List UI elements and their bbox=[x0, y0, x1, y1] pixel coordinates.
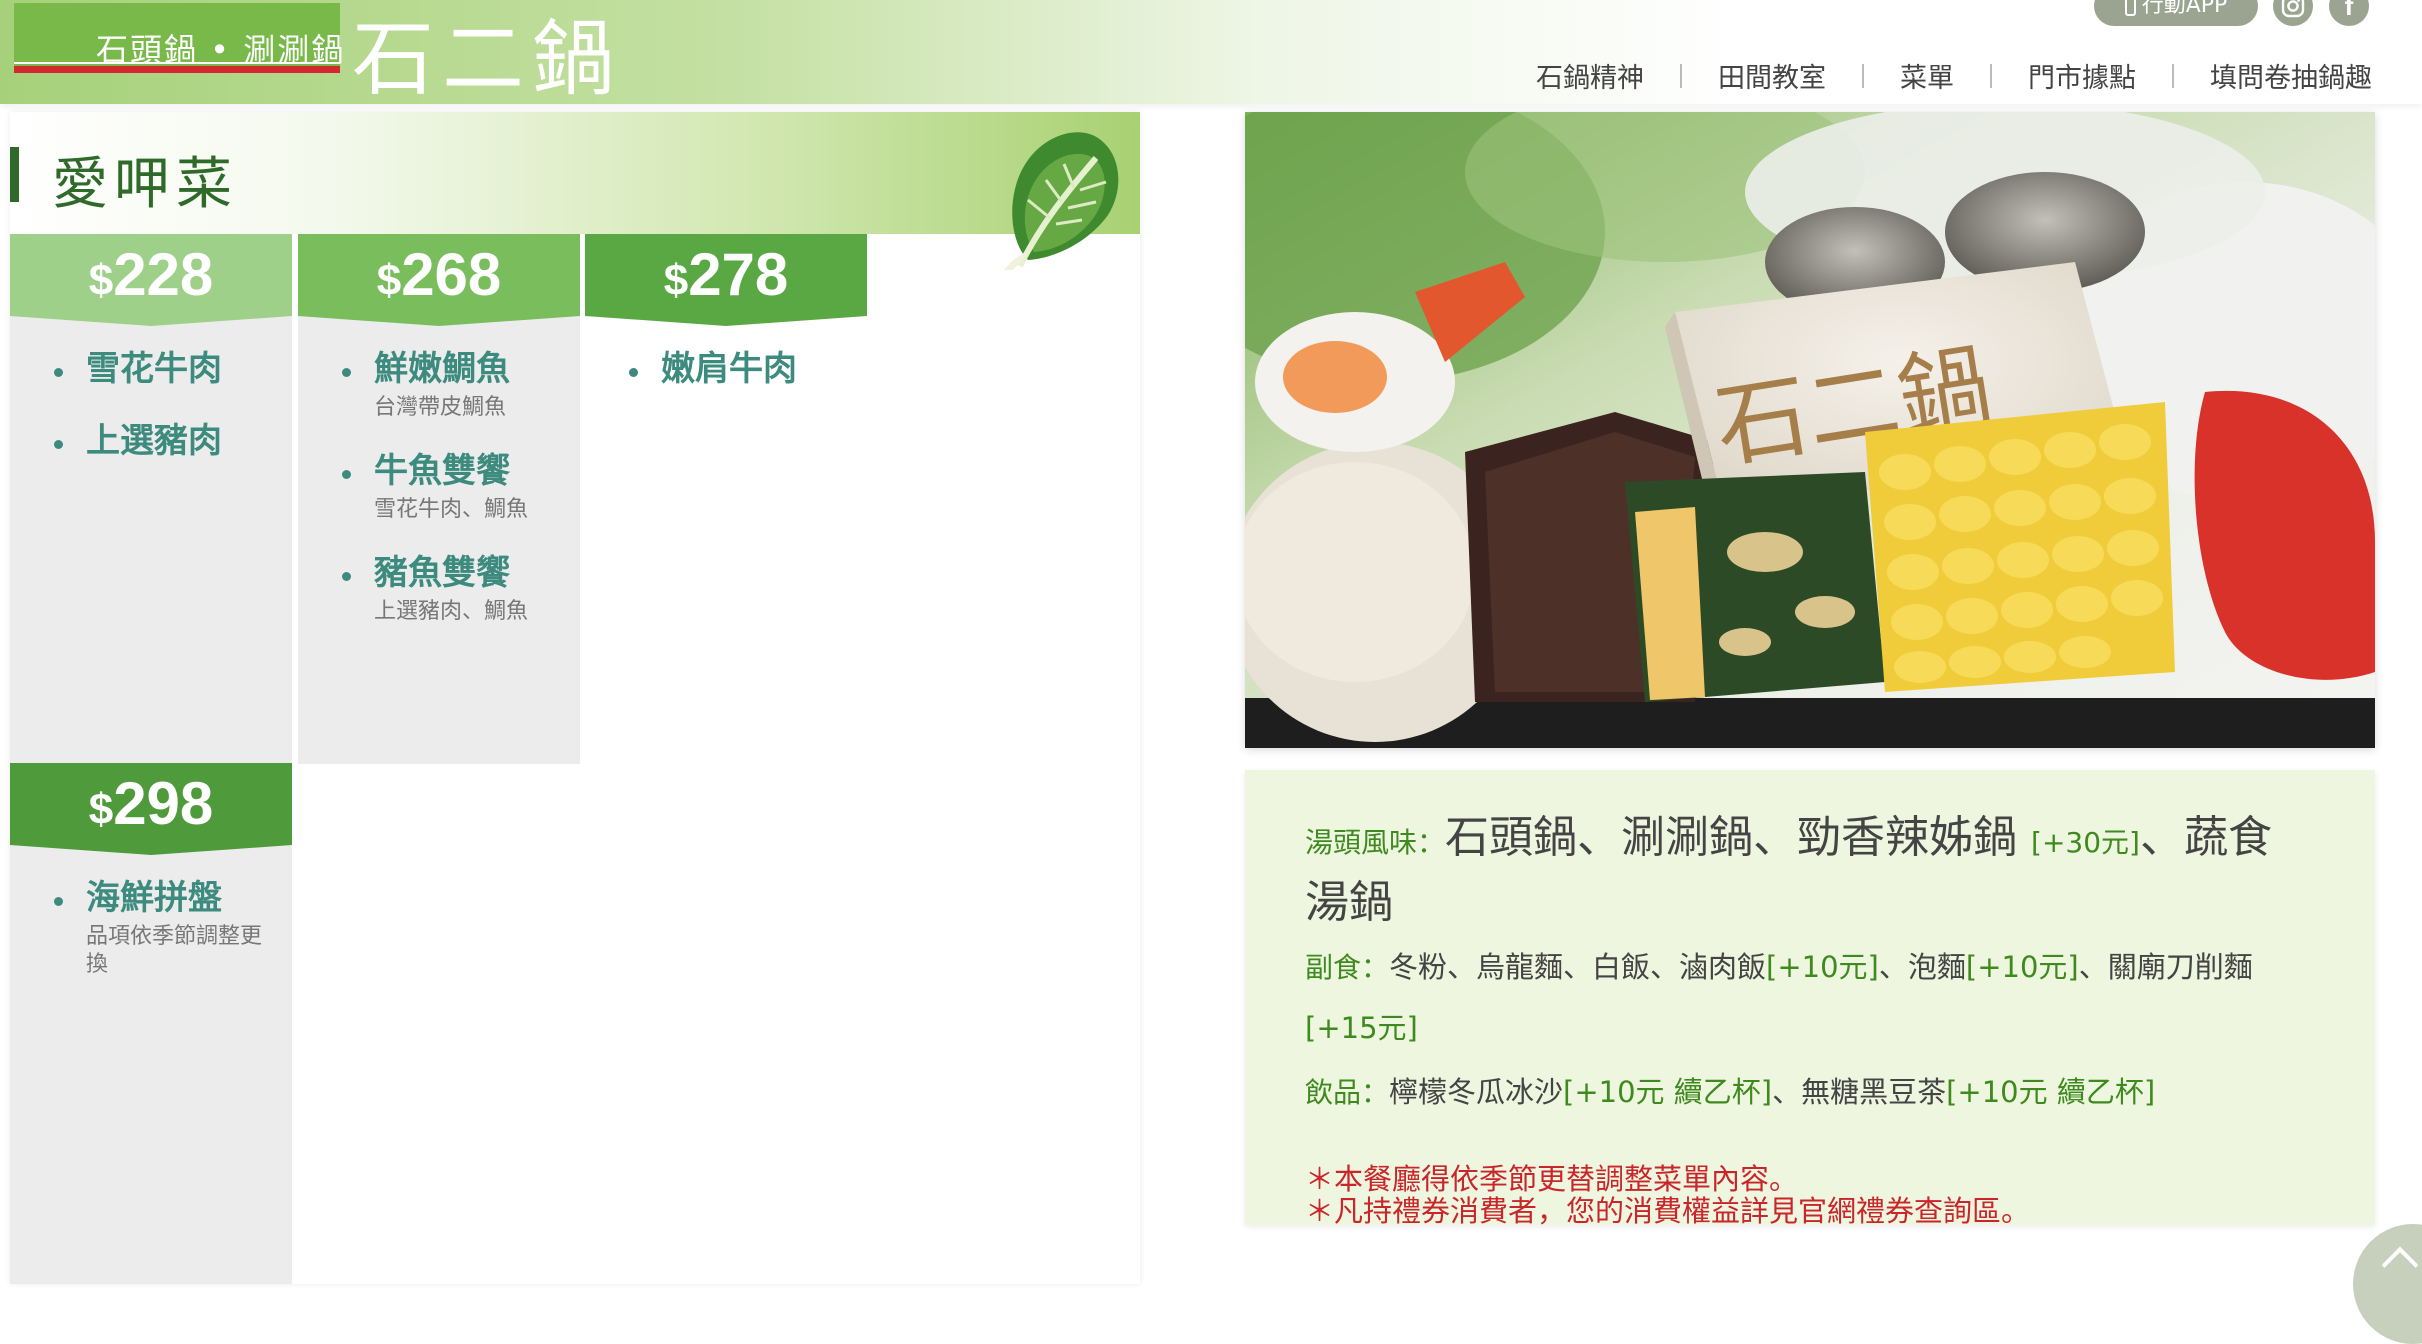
item-note: 雪花牛肉、鯛魚 bbox=[374, 497, 529, 522]
list-item: 上選豬肉 bbox=[10, 418, 292, 464]
item-name: 海鮮拼盤 bbox=[86, 878, 222, 918]
item-list: 雪花牛肉 上選豬肉 bbox=[10, 346, 292, 490]
notice-voucher: ＊凡持禮券消費者，您的消費權益詳見官網禮券查詢區。 bbox=[1305, 1194, 2031, 1228]
item-list: 海鮮拼盤 品項依季節調整更換 bbox=[10, 875, 292, 1005]
site-header: 石頭鍋 • 涮涮鍋 石二鍋 行動APP f 石鍋精神 田間教室 菜單 門市據點 … bbox=[0, 0, 2422, 107]
mobile-app-label: 行動APP bbox=[2141, 0, 2228, 18]
item-list: 鮮嫩鯛魚 台灣帶皮鯛魚 牛魚雙饗 雪花牛肉、鯛魚 豬魚雙饗 上選豬肉、鯛魚 bbox=[298, 346, 580, 652]
instagram-button[interactable] bbox=[2273, 0, 2313, 26]
price-tag: $268 bbox=[298, 234, 580, 326]
notice-seasonal: ＊本餐廳得依季節更替調整菜單內容。 bbox=[1305, 1162, 1799, 1196]
item-name: 牛魚雙饗 bbox=[374, 451, 510, 491]
nav-divider bbox=[1862, 63, 1864, 88]
price-tag: $298 bbox=[10, 763, 292, 855]
title-accent-bar bbox=[10, 147, 19, 202]
logo-tag-text: 石頭鍋 • 涮涮鍋 bbox=[96, 31, 346, 69]
price-label: $278 bbox=[663, 241, 789, 308]
menu-title: 愛呷菜 bbox=[52, 152, 238, 217]
nav-divider bbox=[2172, 63, 2174, 88]
item-name: 鮮嫩鯛魚 bbox=[374, 349, 510, 389]
nav-item-spirit[interactable]: 石鍋精神 bbox=[1536, 56, 1644, 95]
price-label: $268 bbox=[376, 241, 502, 308]
menu-banner: 愛呷菜 bbox=[10, 112, 1140, 234]
item-name: 豬魚雙饗 bbox=[374, 553, 510, 593]
scroll-top-button[interactable] bbox=[2353, 1224, 2422, 1344]
nav-item-menu[interactable]: 菜單 bbox=[1900, 56, 1954, 95]
menu-info-box: 湯頭風味：石頭鍋、涮涮鍋、勁香辣姊鍋 [+30元]、蔬食湯鍋 副食：冬粉、烏龍麵… bbox=[1245, 770, 2375, 1227]
logo-red-line bbox=[14, 66, 340, 73]
drink-options: 飲品：檸檬冬瓜冰沙[+10元 續乙杯]、無糖黑豆茶[+10元 續乙杯] bbox=[1305, 1075, 2156, 1109]
nav-item-field-class[interactable]: 田間教室 bbox=[1718, 56, 1826, 95]
logo-tag[interactable]: 石頭鍋 • 涮涮鍋 bbox=[14, 3, 343, 73]
menu-panel: 愛呷菜 $228 雪花牛肉 上選豬肉 $268 鮮嫩鯛魚 台灣帶皮鯛魚 牛魚雙饗… bbox=[10, 112, 1140, 1284]
nav-divider bbox=[1990, 63, 1992, 88]
side-dish-options: 副食：冬粉、烏龍麵、白飯、滷肉飯[+10元]、泡麵[+10元]、關廟刀削麵[+1… bbox=[1305, 950, 2253, 1045]
price-column-298: $298 海鮮拼盤 品項依季節調整更換 bbox=[10, 763, 292, 1163]
list-item: 雪花牛肉 bbox=[10, 346, 292, 392]
chevron-up-icon bbox=[2381, 1246, 2419, 1284]
item-list: 嫩肩牛肉 bbox=[585, 346, 867, 418]
item-name: 雪花牛肉 bbox=[86, 349, 222, 389]
list-item: 嫩肩牛肉 bbox=[585, 346, 867, 392]
list-item: 豬魚雙饗 上選豬肉、鯛魚 bbox=[298, 550, 580, 626]
item-note: 品項依季節調整更換 bbox=[86, 924, 263, 977]
price-column-268: $268 鮮嫩鯛魚 台灣帶皮鯛魚 牛魚雙饗 雪花牛肉、鯛魚 豬魚雙饗 上選豬肉、… bbox=[298, 234, 580, 764]
cabbage-icon bbox=[1004, 132, 1119, 270]
soup-options: 湯頭風味：石頭鍋、涮涮鍋、勁香辣姊鍋 [+30元]、蔬食湯鍋 bbox=[1305, 812, 2272, 928]
price-label: $228 bbox=[88, 241, 214, 308]
logo-white-line bbox=[14, 62, 340, 64]
price-tag: $278 bbox=[585, 234, 867, 326]
hotpot-photo: 石二鍋 bbox=[1245, 112, 2375, 748]
facebook-button[interactable]: f bbox=[2329, 0, 2369, 26]
facebook-icon: f bbox=[2344, 0, 2354, 21]
item-note: 台灣帶皮鯛魚 bbox=[374, 395, 507, 420]
nav-item-stores[interactable]: 門市據點 bbox=[2028, 56, 2136, 95]
item-note: 上選豬肉、鯛魚 bbox=[374, 599, 529, 624]
price-column-278: $278 嫩肩牛肉 bbox=[585, 234, 867, 534]
item-name: 上選豬肉 bbox=[86, 421, 222, 461]
brand-logo[interactable]: 石二鍋 bbox=[352, 0, 622, 111]
main-nav: 石鍋精神 田間教室 菜單 門市據點 填問卷抽鍋趣 bbox=[1536, 56, 2372, 95]
list-item: 海鮮拼盤 品項依季節調整更換 bbox=[10, 875, 292, 979]
mobile-app-button[interactable]: 行動APP bbox=[2094, 0, 2258, 26]
price-label: $298 bbox=[88, 770, 214, 837]
nav-divider bbox=[1680, 63, 1682, 88]
price-tag: $228 bbox=[10, 234, 292, 326]
nav-item-survey[interactable]: 填問卷抽鍋趣 bbox=[2210, 56, 2372, 95]
item-name: 嫩肩牛肉 bbox=[661, 349, 797, 389]
list-item: 牛魚雙饗 雪花牛肉、鯛魚 bbox=[298, 448, 580, 524]
instagram-icon bbox=[2281, 0, 2305, 18]
list-item: 鮮嫩鯛魚 台灣帶皮鯛魚 bbox=[298, 346, 580, 422]
menu-notices: ＊本餐廳得依季節更替調整菜單內容。 ＊凡持禮券消費者，您的消費權益詳見官網禮券查… bbox=[1305, 1163, 2315, 1227]
phone-icon bbox=[2124, 0, 2136, 16]
